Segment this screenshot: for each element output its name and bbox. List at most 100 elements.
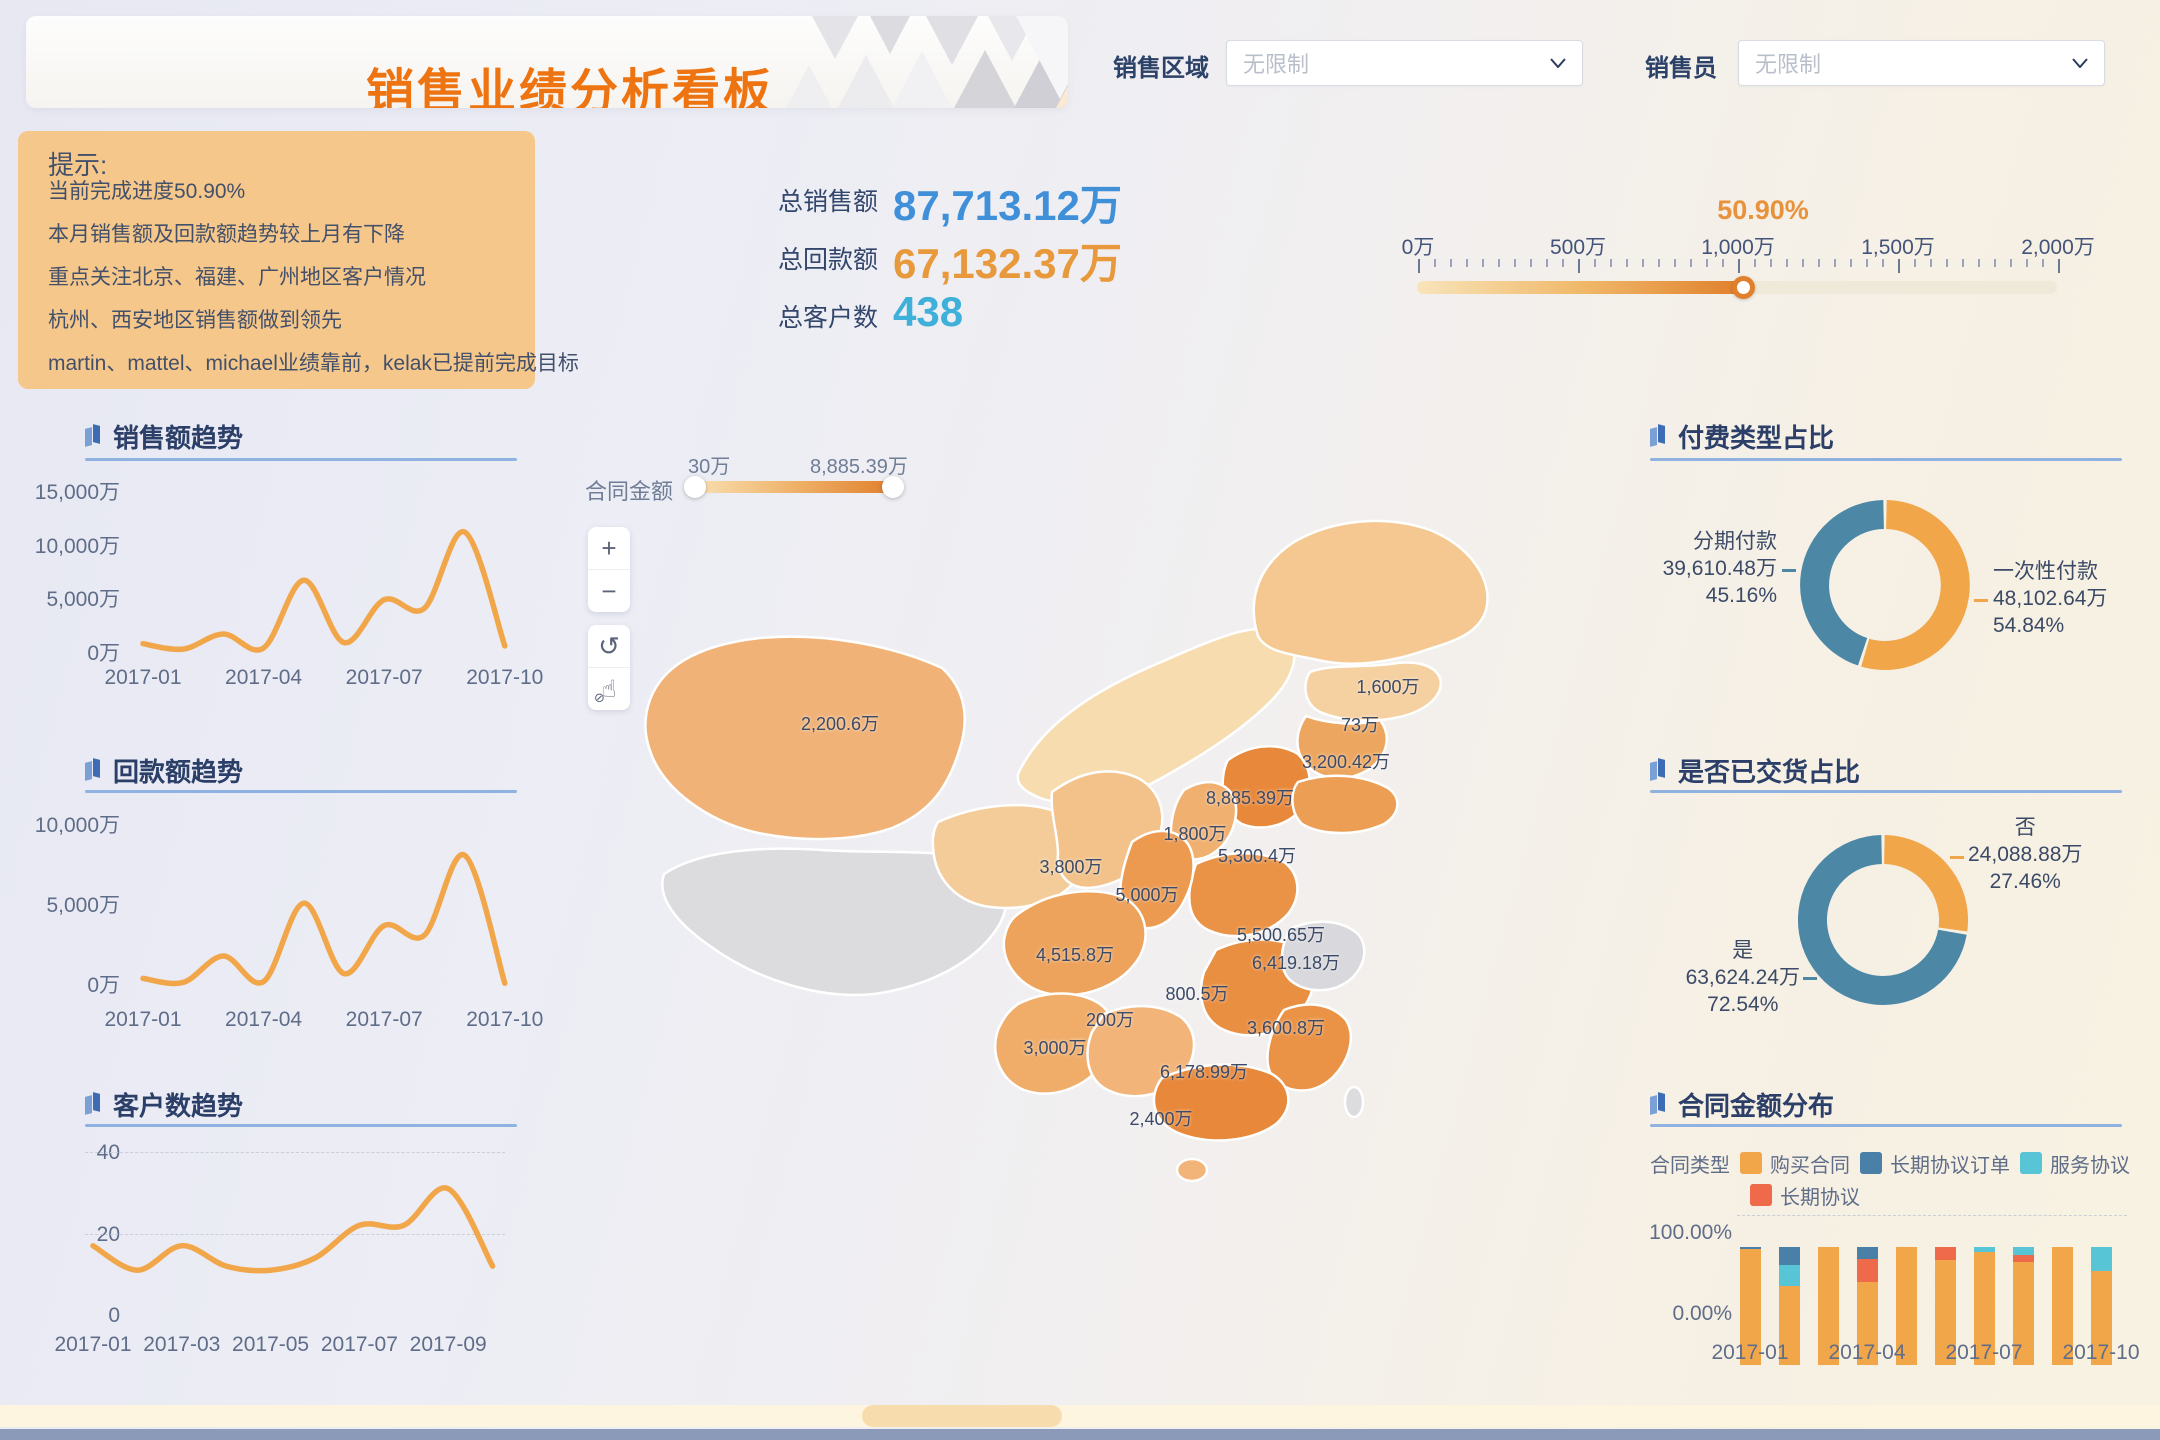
map-legend-max: 8,885.39万 (810, 450, 908, 479)
gauge-tick (2058, 259, 2060, 273)
customer-trend-chart: 020402017-012017-032017-052017-072017-09 (85, 1135, 521, 1375)
x-axis-tick-label: 2017-10 (445, 666, 565, 690)
gauge-percent-label: 50.90% (1678, 195, 1848, 226)
gauge-tick (1882, 259, 1884, 267)
gauge-tick (1578, 259, 1580, 273)
gauge-tick (1674, 259, 1676, 267)
kpi-total-payment-label: 总回款额 (678, 240, 878, 276)
x-axis-tick-label: 2017-04 (1807, 1341, 1927, 1365)
kpi-total-customers-value: 438 (893, 288, 963, 336)
legend-item-longterm-order[interactable]: 长期协议订单 (1860, 1149, 2010, 1178)
section-customer-trend-header: 客户数趋势 (85, 1086, 243, 1123)
section-icon (1650, 1093, 1666, 1117)
x-axis-tick-label: 2017-10 (445, 1008, 565, 1032)
chevron-down-icon (1550, 58, 1566, 68)
gauge-tick (1962, 259, 1964, 267)
gauge-tick (1754, 259, 1756, 267)
bar-segment-服务协议 (2091, 1247, 2112, 1271)
salesperson-filter-label: 销售员 (1645, 48, 1717, 83)
gauge-tick (1706, 259, 1708, 267)
kpi-total-customers-label: 总客户数 (678, 298, 878, 334)
bar-segment-长期协议 (1935, 1247, 1956, 1260)
gauge-handle[interactable] (1732, 276, 1755, 299)
map-region-value-label: 3,800万 (1039, 853, 1102, 879)
china-map-canvas[interactable] (620, 500, 1560, 1200)
donut-label-yes: 是 63,624.24万 72.54% (1686, 937, 1800, 1018)
legend-title: 合同类型 (1650, 1149, 1730, 1178)
tips-line: 杭州、西安地区销售额做到领先 (48, 304, 342, 334)
payment-type-donut (1735, 475, 2035, 695)
gauge-tick (1850, 259, 1852, 267)
gauge-tick-label: 1,000万 (1678, 231, 1798, 261)
trend-line-svg (85, 800, 521, 995)
salesperson-filter-dropdown[interactable]: 无限制 (1738, 40, 2105, 86)
salesperson-filter-value: 无限制 (1755, 47, 1821, 79)
gauge-tick (1530, 259, 1532, 267)
gauge-tick (1434, 259, 1436, 267)
section-sales-trend-header: 销售额趋势 (85, 418, 243, 455)
gauge-tick (1642, 259, 1644, 267)
gauge-tick (1562, 259, 1564, 267)
gauge-tick (2010, 259, 2012, 267)
gauge-fill (1417, 281, 1743, 294)
map-legend-handle-max[interactable] (882, 476, 904, 498)
x-axis-tick-label: 2017-01 (83, 1008, 203, 1032)
tips-line: 重点关注北京、福建、广州地区客户情况 (48, 261, 426, 291)
donut-slice-一次性付款 (1865, 515, 1955, 656)
donut-slice-否 (1884, 850, 1953, 930)
contract-legend: 合同类型 购买合同 长期协议订单 服务协议 长期协议 (1650, 1150, 2130, 1214)
legend-item-purchase[interactable]: 购买合同 (1740, 1149, 1850, 1178)
triangle-shape (870, 16, 910, 54)
contract-dist-chart: 2017-012017-042017-072017-10 (1640, 1215, 2140, 1365)
region-filter-dropdown[interactable]: 无限制 (1226, 40, 1583, 86)
triangle-shape (812, 16, 858, 59)
legend-item-longterm[interactable]: 长期协议 (1750, 1181, 1860, 1210)
trend-line-svg (85, 1135, 521, 1330)
horizontal-scrollbar-track[interactable] (0, 1405, 2160, 1427)
map-region-value-label: 1,600万 (1356, 673, 1419, 699)
map-region-value-label: 5,000万 (1115, 881, 1178, 907)
gauge-tick (1834, 259, 1836, 267)
bar-segment-长期协议订单 (1857, 1247, 1878, 1259)
gauge-tick (2042, 259, 2044, 267)
map-region-value-label: 3,200.42万 (1302, 748, 1390, 774)
kpi-total-payment-value: 67,132.37万 (893, 230, 1122, 291)
legend-swatch (1860, 1152, 1882, 1174)
chevron-down-icon (2072, 58, 2088, 68)
gauge-tick (1898, 259, 1900, 273)
section-contract-dist-header: 合同金额分布 (1650, 1086, 1834, 1123)
donut-label-installment: 分期付款 39,610.48万 45.16% (1663, 528, 1777, 609)
x-axis-tick-label: 2017-07 (324, 1008, 444, 1032)
gauge-tick (1546, 259, 1548, 267)
legend-item-service[interactable]: 服务协议 (2020, 1149, 2130, 1178)
section-title: 销售额趋势 (113, 418, 243, 455)
gauge-tick (1978, 259, 1980, 267)
section-title: 回款额趋势 (113, 752, 243, 789)
map-region-value-label: 4,515.8万 (1036, 941, 1114, 967)
map-region-value-label: 3,600.8万 (1247, 1014, 1325, 1040)
x-axis-tick-label: 2017-07 (1924, 1341, 2044, 1365)
legend-swatch (1750, 1184, 1772, 1206)
section-divider (85, 790, 517, 793)
donut-slice-分期付款 (1815, 515, 1884, 652)
x-axis-tick-label: 2017-10 (2041, 1341, 2160, 1365)
sales-trend-chart: 0万5,000万10,000万15,000万2017-012017-042017… (85, 470, 521, 700)
horizontal-scrollbar-thumb[interactable] (862, 1405, 1062, 1427)
page-title: 销售业绩分析看板 (366, 52, 786, 108)
gauge-tick (1930, 259, 1932, 267)
label-connector (1950, 856, 1964, 859)
section-title: 是否已交货占比 (1678, 752, 1860, 789)
section-icon (1650, 759, 1666, 783)
map-region-value-label: 6,419.18万 (1252, 949, 1340, 975)
gauge-tick-label: 0万 (1358, 231, 1478, 261)
section-divider (1650, 790, 2122, 793)
gauge-tick (1466, 259, 1468, 267)
map-legend-handle-min[interactable] (684, 476, 706, 498)
x-axis-tick-label: 2017-07 (324, 666, 444, 690)
section-payment-trend-header: 回款额趋势 (85, 752, 243, 789)
tips-line: 本月销售额及回款额趋势较上月有下降 (48, 218, 405, 248)
gauge-tick (1626, 259, 1628, 267)
map-region-value-label: 6,178.99万 (1160, 1058, 1248, 1084)
section-icon (85, 1093, 101, 1117)
gauge-tick (1418, 259, 1420, 273)
